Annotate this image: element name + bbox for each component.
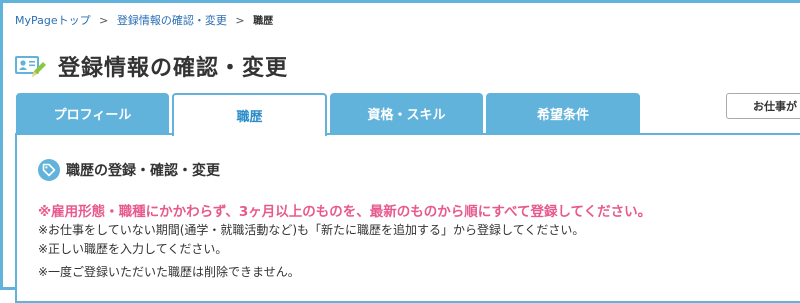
note-item: ※正しい職歴を入力してください。 (38, 242, 228, 256)
tab-qualifications-skills[interactable]: 資格・スキル (330, 93, 483, 134)
tab-desired-conditions[interactable]: 希望条件 (486, 93, 640, 134)
page-title: 登録情報の確認・変更 (58, 56, 289, 81)
section-header: 職歴の登録・確認・変更 (38, 159, 220, 181)
breadcrumb: MyPageトップ > 登録情報の確認・変更 > 職歴 (15, 12, 273, 28)
page-header: 登録情報の確認・変更 (14, 50, 288, 82)
tab-profile[interactable]: プロフィール (16, 93, 169, 134)
breadcrumb-link-registration[interactable]: 登録情報の確認・変更 (117, 14, 227, 27)
profile-edit-icon (15, 56, 46, 77)
warning-message: ※雇用形態・職種にかかわらず、3ヶ月以上のものを、最新のものから順にすべて登録し… (38, 204, 652, 220)
breadcrumb-link-mypage-top[interactable]: MyPageトップ (15, 14, 91, 27)
tag-icon (38, 159, 60, 181)
section-title: 職歴の登録・確認・変更 (66, 163, 220, 179)
note-item: ※一度ご登録いただいた職歴は削除できません。 (38, 265, 300, 279)
note-item: ※お仕事をしていない期間(通学・就職活動など)も「新たに職歴を追加する」から登録… (38, 223, 585, 237)
breadcrumb-separator: > (235, 14, 245, 27)
breadcrumb-current: 職歴 (253, 16, 274, 27)
breadcrumb-separator: > (99, 14, 109, 27)
job-search-button[interactable]: お仕事が (726, 93, 800, 119)
tab-work-history[interactable]: 職歴 (172, 93, 327, 136)
